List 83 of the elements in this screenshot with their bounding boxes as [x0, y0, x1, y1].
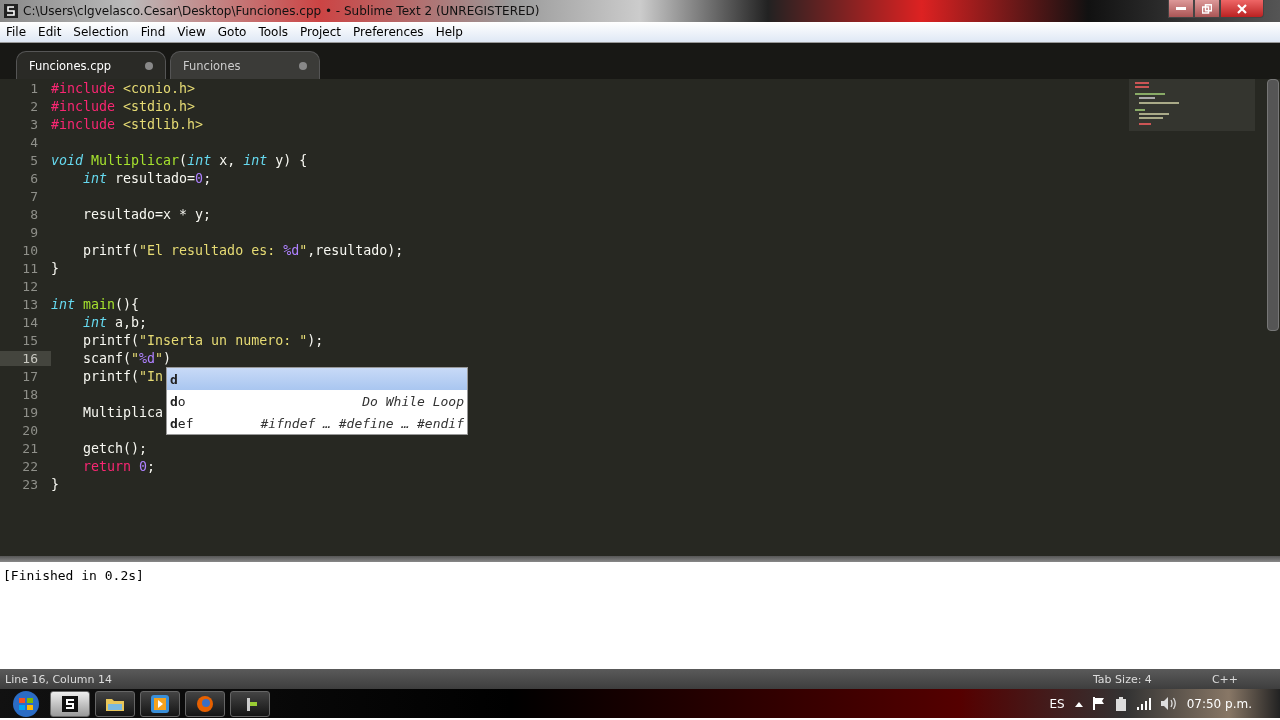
code-line: scanf("%d"): [82, 350, 172, 366]
tab-size[interactable]: Tab Size: 4: [1092, 672, 1152, 686]
taskbar-button[interactable]: [50, 690, 90, 717]
line-number: 15: [21, 332, 39, 348]
code-line: return 0;: [82, 458, 156, 474]
line-number: 20: [21, 422, 39, 438]
line-number: 7: [29, 188, 39, 204]
line-number: 5: [29, 152, 39, 168]
line-number: 16: [0, 350, 51, 366]
clock[interactable]: 07:50 p.m.: [1186, 696, 1252, 711]
app-logo-icon: [4, 4, 18, 18]
code-line: printf("El resultado es: %d",resultado);: [82, 242, 404, 258]
line-number: 10: [21, 242, 39, 258]
line-number: 8: [29, 206, 39, 222]
editor-tab[interactable]: Funciones: [170, 51, 320, 79]
code-line: resultado=x * y;: [82, 206, 212, 222]
line-number: 12: [21, 278, 39, 294]
line-number: 4: [29, 134, 39, 150]
tab-label: Funciones: [183, 58, 241, 73]
taskbar-button[interactable]: [140, 690, 180, 717]
line-number: 17: [21, 368, 39, 384]
caret-icon[interactable]: [1074, 700, 1083, 707]
browser-icon: [196, 694, 214, 713]
line-number: 9: [29, 224, 39, 240]
taskbar-button[interactable]: [95, 690, 135, 717]
syntax-mode[interactable]: C++: [1211, 672, 1238, 686]
code-line: #include <conio.h>: [51, 80, 196, 96]
code-line: }: [51, 476, 59, 492]
completion-item[interactable]: do Do While Loop: [167, 390, 467, 412]
code-line: int a,b;: [82, 314, 148, 330]
minimize-button[interactable]: [1168, 0, 1194, 18]
code-line: printf("In: [82, 368, 164, 384]
menu-item[interactable]: Tools: [252, 25, 294, 39]
menu-item[interactable]: Edit: [32, 25, 68, 39]
language-indicator[interactable]: ES: [1049, 696, 1065, 711]
menu-item[interactable]: Selection: [67, 25, 135, 39]
minimize-icon: [1176, 7, 1186, 10]
code-line: }: [51, 260, 59, 276]
tab-label: Funciones.cpp: [29, 58, 112, 73]
completion-item[interactable]: def #ifndef … #define … #endif: [167, 412, 467, 434]
code-line: Multiplica: [82, 404, 164, 420]
flag-icon[interactable]: [1092, 697, 1105, 710]
menu-item[interactable]: Project: [294, 25, 348, 39]
signal-icon[interactable]: [1136, 697, 1151, 710]
line-number: 2: [29, 98, 39, 114]
close-button[interactable]: [1220, 0, 1264, 18]
play-icon: [151, 694, 169, 713]
build-output: [Finished in 0.2s]: [3, 568, 144, 583]
completion-item[interactable]: d: [167, 368, 467, 390]
close-icon: [1237, 3, 1247, 14]
line-number: 23: [21, 476, 39, 492]
code-line: #include <stdlib.h>: [51, 116, 204, 132]
cursor-position: Line 16, Column 14: [5, 672, 113, 686]
line-number: 11: [21, 260, 39, 276]
line-number: 14: [21, 314, 39, 330]
restore-button[interactable]: [1194, 0, 1220, 18]
line-number: 21: [21, 440, 39, 456]
taskbar-button[interactable]: [230, 690, 270, 717]
line-number: 13: [21, 296, 39, 312]
code-line: void Multiplicar(int x, int y) {: [51, 152, 308, 168]
editor-tab[interactable]: Funciones.cpp: [16, 51, 166, 79]
menu-item[interactable]: File: [0, 25, 33, 39]
line-number: 6: [29, 170, 39, 186]
speaker-icon[interactable]: [1160, 697, 1177, 710]
code-line: printf("Inserta un numero: ");: [82, 332, 324, 348]
line-number: 1: [29, 80, 39, 96]
line-number: 3: [29, 116, 39, 132]
line-number: 22: [21, 458, 39, 474]
app-logo-icon: [62, 695, 78, 712]
code-line: int resultado=0;: [82, 170, 212, 186]
line-number: 19: [21, 404, 39, 420]
menu-item[interactable]: Goto: [211, 25, 253, 39]
menu-item[interactable]: Find: [134, 25, 172, 39]
menu-item[interactable]: Help: [429, 25, 469, 39]
window-title: C:\Users\clgvelasco.Cesar\Desktop\Funciones.cpp • - Sublime Text 2 (UNREGISTERED): [23, 4, 540, 18]
menu-item[interactable]: View: [171, 25, 212, 39]
code-line: #include <stdio.h>: [51, 98, 196, 114]
scrollbar[interactable]: [1267, 79, 1279, 331]
restore-icon: [1202, 3, 1212, 14]
menu-item[interactable]: Preferences: [347, 25, 430, 39]
line-number: 18: [21, 386, 39, 402]
code-line: int main(){: [51, 296, 140, 312]
code-line: getch();: [82, 440, 148, 456]
